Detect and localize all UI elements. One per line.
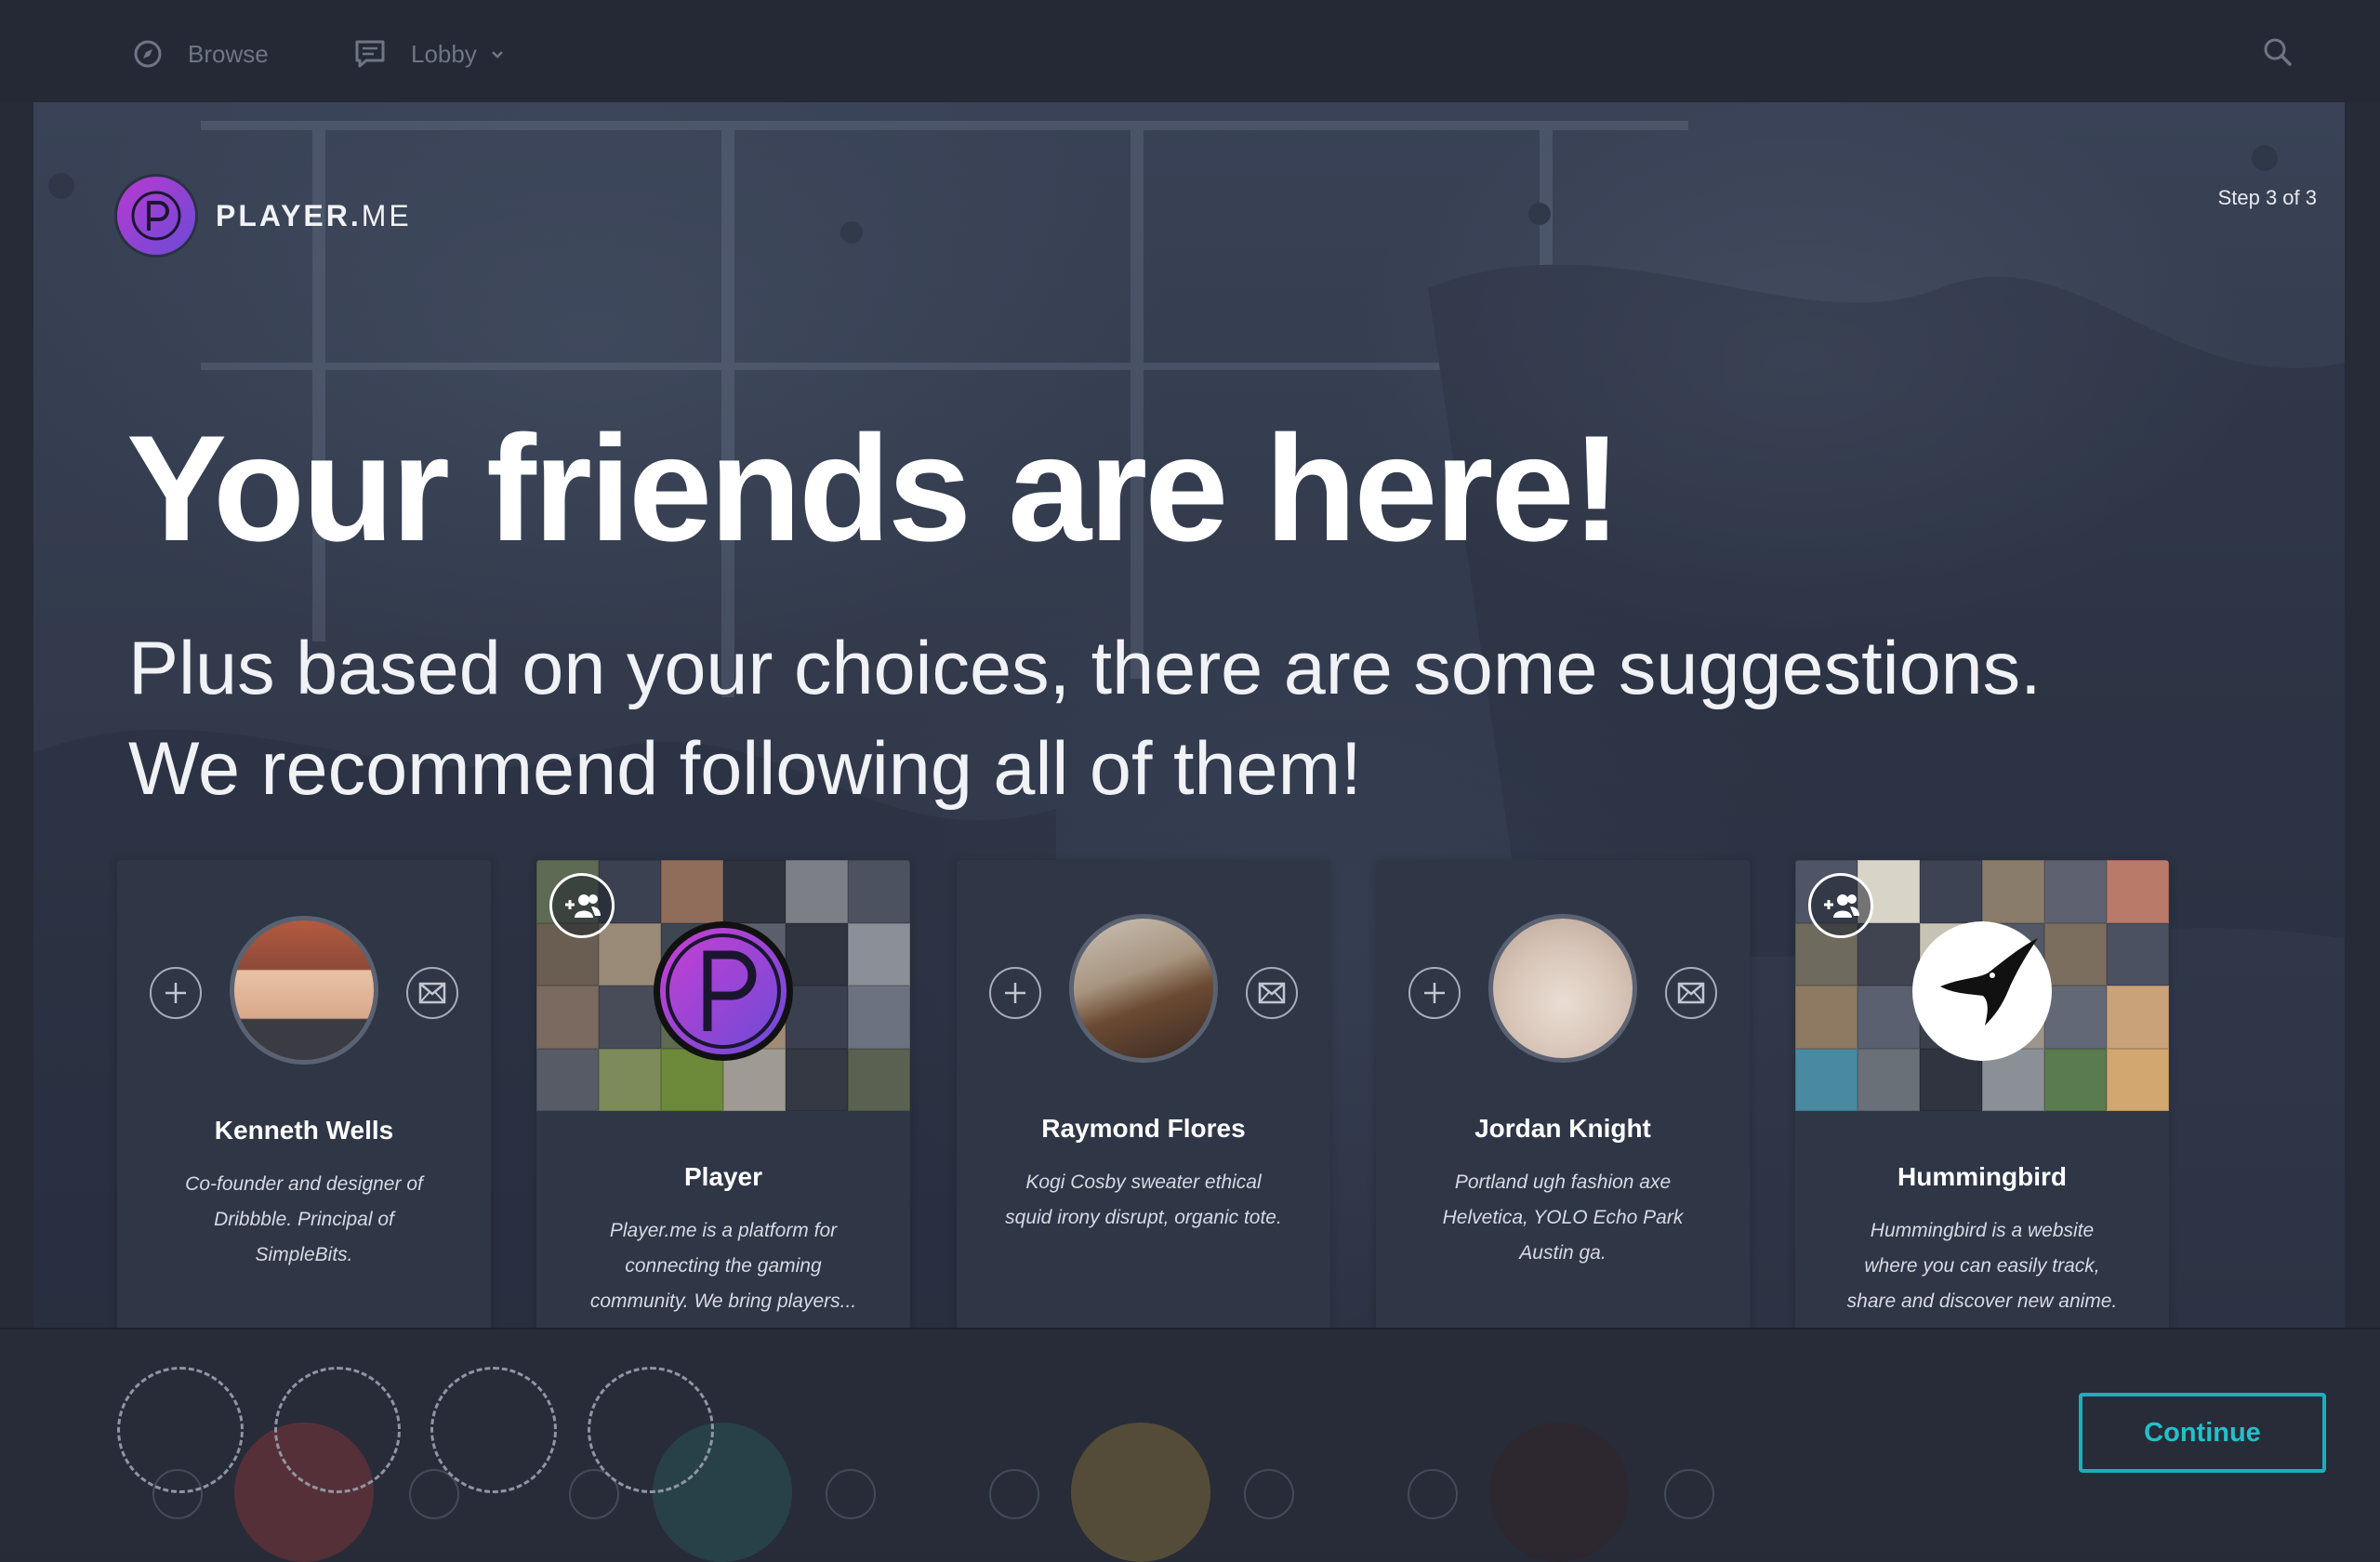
avatar[interactable] xyxy=(230,916,378,1065)
card-description: Co-founder and designer of Dribbble. Pri… xyxy=(185,1173,423,1265)
card-description: Hummingbird is a website where you can e… xyxy=(1846,1220,2118,1312)
logo-text: PLAYER.ME xyxy=(216,198,412,232)
continue-button[interactable]: Continue xyxy=(2079,1393,2326,1473)
top-nav: Browse Lobby xyxy=(0,0,2380,102)
ghost-avatar xyxy=(1489,1423,1629,1562)
avatar[interactable] xyxy=(1069,914,1218,1063)
suggestion-card: Player Player.me is a platform for conne… xyxy=(536,860,910,1330)
follow-button[interactable] xyxy=(989,967,1041,1019)
compass-icon xyxy=(134,40,162,68)
page-title: Your friends are here! xyxy=(126,404,1621,573)
card-description: Portland ugh fashion axe Helvetica, YOLO… xyxy=(1442,1172,1684,1264)
mail-icon xyxy=(1677,982,1705,1004)
nav-browse[interactable]: Browse xyxy=(132,35,269,73)
ghost-message-button xyxy=(826,1469,876,1519)
mail-icon xyxy=(418,982,446,1004)
step-indicator: Step 3 of 3 xyxy=(2217,186,2317,209)
chevron-down-icon xyxy=(491,51,503,59)
message-button[interactable] xyxy=(406,967,458,1019)
card-description: Kogi Cosby sweater ethical squid irony d… xyxy=(1005,1172,1282,1228)
hero-panel: PLAYER.ME Step 3 of 3 Your friends are h… xyxy=(33,102,2345,1330)
card-name: Hummingbird xyxy=(1897,1162,2067,1191)
subtitle-line-2: We recommend following all of them! xyxy=(128,727,1362,811)
nav-lobby-label: Lobby xyxy=(411,39,477,68)
hummingbird-logo-icon xyxy=(1912,921,2052,1061)
message-button[interactable] xyxy=(1246,967,1298,1019)
bottom-bar: Continue xyxy=(0,1328,2380,1562)
selection-slot xyxy=(430,1367,557,1493)
suggestion-card: Jordan Knight Portland ugh fashion axe H… xyxy=(1376,860,1750,1330)
page-subtitle: Plus based on your choices, there are so… xyxy=(128,618,2042,819)
selection-slot xyxy=(588,1367,714,1493)
add-group-icon xyxy=(1824,894,1859,918)
plus-icon xyxy=(1005,983,1025,1003)
suggestion-card: Kenneth Wells Co-founder and designer of… xyxy=(117,860,491,1330)
player-logo-icon xyxy=(117,177,195,255)
message-button[interactable] xyxy=(1665,967,1717,1019)
card-name: Player xyxy=(683,1162,763,1191)
selection-slot xyxy=(274,1367,401,1493)
ghost-avatar xyxy=(1071,1423,1210,1562)
add-group-icon xyxy=(565,894,601,918)
search-button[interactable] xyxy=(2261,35,2298,73)
nav-browse-label: Browse xyxy=(188,39,269,68)
plus-icon xyxy=(165,983,186,1003)
mail-icon xyxy=(1258,982,1286,1004)
card-description: Player.me is a platform for connecting t… xyxy=(589,1220,857,1312)
card-name: Jordan Knight xyxy=(1474,1114,1651,1143)
join-group-button[interactable] xyxy=(1808,873,1873,938)
search-icon xyxy=(2264,38,2292,66)
avatar[interactable] xyxy=(1488,914,1637,1063)
player-me-logo[interactable]: PLAYER.ME xyxy=(117,177,412,255)
join-group-button[interactable] xyxy=(549,873,615,938)
ghost-follow-button xyxy=(989,1469,1039,1519)
card-name: Kenneth Wells xyxy=(214,1116,394,1145)
chat-icon xyxy=(355,40,385,68)
ghost-message-button xyxy=(1244,1469,1294,1519)
follow-button[interactable] xyxy=(1408,967,1461,1019)
selection-slot xyxy=(117,1367,244,1493)
suggestion-card: Hummingbird Hummingbird is a website whe… xyxy=(1795,860,2169,1330)
suggestion-card: Raymond Flores Kogi Cosby sweater ethica… xyxy=(957,860,1330,1330)
player-group-logo xyxy=(654,921,793,1061)
nav-lobby[interactable]: Lobby xyxy=(353,35,507,73)
follow-button[interactable] xyxy=(150,967,202,1019)
ghost-message-button xyxy=(1664,1469,1714,1519)
plus-icon xyxy=(1424,983,1445,1003)
card-name: Raymond Flores xyxy=(1041,1114,1246,1143)
ghost-follow-button xyxy=(1408,1469,1458,1519)
subtitle-line-1: Plus based on your choices, there are so… xyxy=(128,627,2042,710)
